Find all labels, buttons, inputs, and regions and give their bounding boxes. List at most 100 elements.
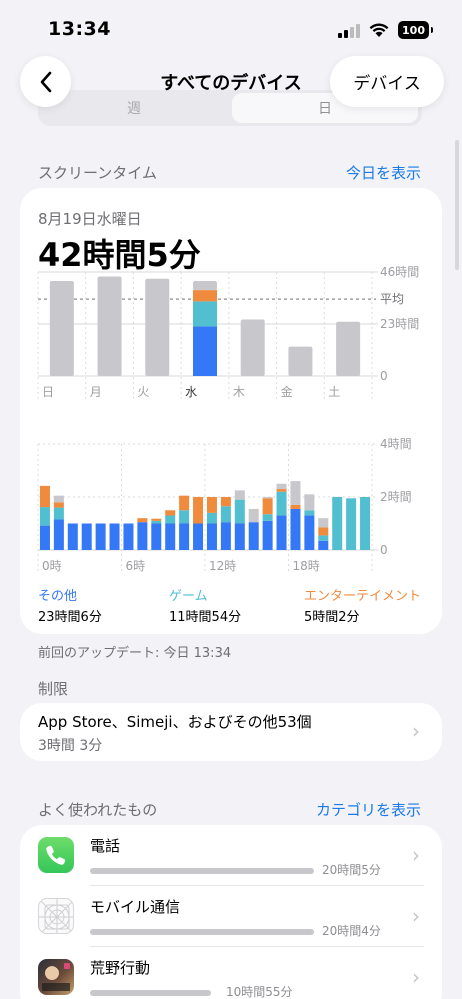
x-tick-label: 0時 — [42, 559, 62, 573]
limits-time: 3時間 3分 — [38, 738, 103, 754]
hourly-bar-segment — [123, 523, 134, 550]
x-tick-label: 木 — [233, 385, 245, 399]
hourly-bar-segment — [290, 504, 301, 509]
hourly-bar-segment — [346, 498, 357, 550]
phone-icon — [38, 837, 74, 873]
app-usage-bar — [90, 929, 314, 935]
battery-indicator: 100 — [398, 21, 433, 39]
hourly-bar-segment — [220, 497, 231, 507]
devices-button[interactable]: デバイス — [330, 56, 444, 107]
hourly-bar-segment — [262, 497, 273, 499]
hourly-bar-segment — [53, 502, 64, 508]
hourly-bar-segment — [53, 519, 64, 550]
hourly-bar-segment — [318, 518, 329, 528]
hourly-bar-segment — [220, 506, 231, 523]
screen-time-card[interactable]: 8月19日水曜日 42時間5分 0 23時間 46時間 平均日月火水木金土 0 2時間 4… — [20, 188, 442, 634]
limits-section-title: 制限 — [38, 680, 69, 698]
hourly-bar-segment — [206, 523, 217, 550]
hourly-bar-segment — [39, 507, 50, 526]
weekly-bar-segment — [336, 321, 361, 376]
chevron-right-icon: › — [412, 904, 420, 928]
hourly-bar-segment — [179, 510, 190, 524]
weekly-bar-segment — [145, 278, 170, 376]
last-update-text: 前回のアップデート: 今日 13:34 — [38, 646, 232, 661]
back-button[interactable] — [20, 56, 71, 107]
app-name: 電話 — [90, 837, 121, 855]
limits-title: App Store、Simeji、およびその他53個 — [38, 713, 312, 731]
hourly-bar-segment — [193, 497, 204, 524]
weekly-bar-segment — [288, 346, 313, 376]
show-categories-link[interactable]: カテゴリを表示 — [316, 799, 421, 820]
status-bar: 13:34 100 — [0, 0, 462, 56]
hourly-bar-segment — [304, 510, 315, 516]
app-usage-time: 10時間55分 — [226, 985, 293, 999]
status-time: 13:34 — [48, 18, 111, 40]
y-tick-label: 23時間 — [380, 317, 419, 331]
app-row-cellular[interactable]: モバイル通信 20時間4分 › — [20, 886, 442, 947]
wifi-icon — [369, 23, 389, 37]
weekly-bar-segment — [240, 319, 265, 376]
hourly-bar-segment — [276, 515, 287, 550]
legend-entertainment-time: 5時間2分 — [304, 610, 360, 625]
hourly-bar-segment — [137, 522, 148, 550]
hourly-usage-chart[interactable]: 0 2時間 4時間 0時 6時 12時 18時 — [20, 436, 442, 576]
hourly-bar-segment — [290, 508, 301, 550]
scroll-indicator — [455, 140, 459, 270]
hourly-bar-segment — [262, 514, 273, 521]
app-row-game[interactable]: 荒野行動 10時間55分 › — [20, 947, 442, 999]
hourly-bar-segment — [81, 523, 92, 550]
date-label: 8月19日水曜日 — [38, 210, 142, 228]
hourly-bar-segment — [304, 515, 315, 550]
weekly-bar-segment — [193, 290, 217, 302]
hourly-bar-segment — [290, 481, 301, 505]
hourly-bar-segment — [234, 490, 245, 500]
hourly-bar-segment — [248, 508, 259, 523]
hourly-bar-segment — [332, 497, 343, 550]
app-name: モバイル通信 — [90, 898, 181, 916]
x-tick-label: 土 — [328, 385, 340, 399]
average-label: 平均 — [380, 292, 404, 306]
limits-row[interactable]: App Store、Simeji、およびその他53個 3時間 3分 › — [20, 703, 442, 761]
hourly-bar-segment — [95, 523, 106, 550]
y-tick-label: 0 — [380, 543, 388, 557]
hourly-bar-segment — [165, 523, 176, 550]
chevron-right-icon: › — [412, 965, 420, 989]
hourly-bar-segment — [234, 499, 245, 524]
y-tick-label: 4時間 — [380, 437, 412, 451]
x-tick-label: 月 — [90, 385, 102, 399]
hourly-bar-segment — [39, 485, 50, 508]
hourly-bar-segment — [206, 512, 217, 524]
hourly-bar-segment — [220, 522, 231, 550]
hourly-bar-segment — [234, 523, 245, 550]
x-tick-label: 火 — [137, 385, 149, 399]
x-tick-label: 12時 — [209, 559, 236, 573]
app-usage-bar — [90, 868, 314, 874]
hourly-bar-segment — [262, 498, 273, 515]
game-icon — [38, 959, 74, 995]
hourly-bar-segment — [179, 523, 190, 550]
y-tick-label: 2時間 — [380, 490, 412, 504]
hourly-bar-segment — [360, 497, 371, 550]
hourly-bar-segment — [318, 527, 329, 536]
x-tick-label: 水 — [185, 385, 197, 399]
hourly-bar-segment — [193, 523, 204, 550]
screen-time-section-title: スクリーンタイム — [38, 164, 157, 182]
weekly-bar-segment — [97, 276, 122, 376]
chevron-right-icon: › — [412, 719, 420, 743]
weekly-usage-chart[interactable]: 0 23時間 46時間平均日 月 火 水 木 金 土 — [20, 266, 442, 416]
hourly-bar-segment — [165, 515, 176, 524]
hourly-bar-segment — [151, 523, 162, 550]
app-usage-time: 20時間4分 — [322, 924, 381, 938]
hourly-bar-segment — [53, 507, 64, 520]
show-today-link[interactable]: 今日を表示 — [346, 162, 421, 183]
hourly-bar-segment — [304, 494, 315, 511]
app-row-phone[interactable]: 電話 20時間5分 › — [20, 825, 442, 886]
hourly-bar-segment — [67, 523, 78, 550]
chevron-left-icon — [40, 71, 51, 92]
app-usage-bar — [90, 990, 211, 996]
chevron-right-icon: › — [412, 843, 420, 867]
hourly-bar-segment — [276, 491, 287, 516]
hourly-bar-segment — [318, 540, 329, 550]
x-tick-label: 6時 — [126, 559, 146, 573]
app-name: 荒野行動 — [90, 959, 151, 977]
